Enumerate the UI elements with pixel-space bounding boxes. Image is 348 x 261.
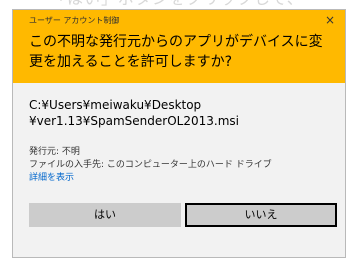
yes-button[interactable]: はい (29, 203, 181, 227)
background-text: 「はい」ボタンをクリックして、 (0, 0, 348, 9)
publisher-text: 発行元: 不明 (29, 147, 80, 157)
program-path-line-1: C:¥Users¥meiwaku¥Desktop (29, 98, 202, 112)
show-details-link[interactable]: 詳細を表示 (29, 172, 74, 185)
program-info: 発行元: 不明 ファイルの入手先: このコンピューター上のハード ドライブ (29, 146, 339, 172)
permission-question: この不明な発行元からのアプリがデバイスに変更を加えることを許可しますか? (29, 34, 323, 70)
dialog-header: ユーザー アカウント制御 × この不明な発行元からのアプリがデバイスに変更を加え… (13, 10, 345, 83)
no-button[interactable]: いいえ (185, 203, 337, 227)
program-path: C:¥Users¥meiwaku¥Desktop ¥ver1.13¥SpamSe… (29, 97, 339, 129)
file-origin-text: ファイルの入手先: このコンピューター上のハード ドライブ (29, 160, 272, 170)
uac-dialog: ユーザー アカウント制御 × この不明な発行元からのアプリがデバイスに変更を加え… (12, 9, 346, 258)
close-icon[interactable]: × (323, 13, 337, 27)
program-path-line-2: ¥ver1.13¥SpamSenderOL2013.msi (29, 114, 239, 128)
dialog-title: ユーザー アカウント制御 (29, 16, 120, 25)
